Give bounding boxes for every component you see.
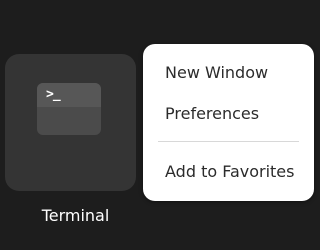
terminal-icon: >_ [37,83,101,135]
app-grid-view: >_ Terminal New Window Preferences Add t… [0,0,320,250]
menu-item-new-window[interactable]: New Window [143,54,314,92]
terminal-prompt-glyph: >_ [46,87,61,102]
app-tile-terminal[interactable]: >_ Terminal [5,54,136,225]
menu-item-preferences[interactable]: Preferences [143,95,314,133]
app-tile-label: Terminal [41,206,110,225]
context-menu: New Window Preferences Add to Favorites [143,44,314,201]
menu-separator [158,141,299,142]
menu-item-add-to-favorites[interactable]: Add to Favorites [143,153,314,191]
